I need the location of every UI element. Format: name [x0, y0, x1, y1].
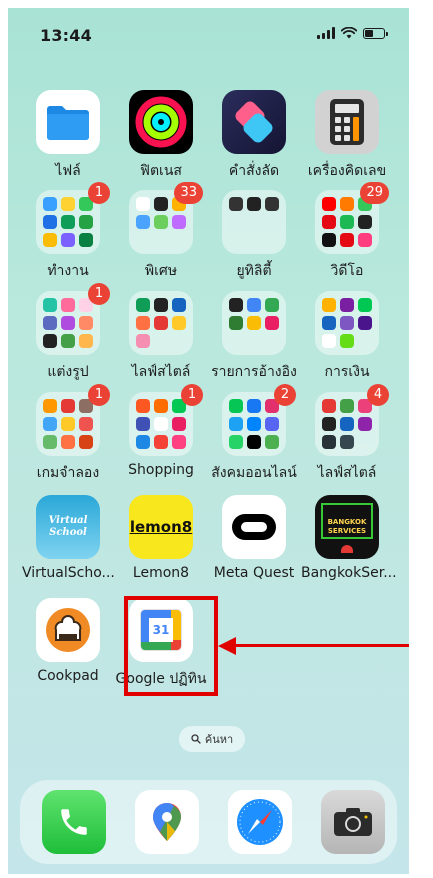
folder-lifestyle-2[interactable]: 4 ไลฟ์สไตล์: [301, 384, 393, 484]
maps-pin-icon: [153, 803, 181, 841]
app-label: พิเศษ: [144, 263, 178, 279]
arrow-line: [234, 644, 409, 647]
folder-icon: [129, 291, 193, 355]
app-label: ไฟล์: [55, 163, 81, 179]
folder-icon: 2: [222, 384, 296, 456]
dock-camera[interactable]: [321, 790, 385, 854]
app-label: BangkokSer...: [301, 565, 397, 581]
folder-icon: [222, 190, 286, 254]
notification-badge: 33: [174, 182, 203, 204]
phone-icon: [61, 809, 87, 835]
icon-text: lemon8: [129, 518, 193, 536]
fitness-icon: [129, 90, 193, 154]
folder-icon: [315, 291, 379, 355]
folder-work[interactable]: 1 ทำงาน: [22, 182, 114, 282]
folder-icon: 29: [315, 182, 389, 254]
app-label: วิดีโอ: [330, 263, 364, 279]
app-label: ฟิตเนส: [140, 163, 182, 179]
app-label: คำสั่งลัด: [228, 163, 280, 179]
app-virtual-school[interactable]: Virtual School VirtualScho...: [22, 495, 115, 581]
app-calculator[interactable]: เครื่องคิดเลข: [301, 90, 393, 182]
app-label: Cookpad: [37, 668, 99, 684]
notification-badge: 4: [367, 384, 389, 406]
app-label: เครื่องคิดเลข: [307, 163, 387, 179]
lemon8-icon: lemon8: [129, 495, 193, 559]
app-label: เกมจำลอง: [36, 465, 100, 481]
folder-utilities[interactable]: ยูทิลิตี้: [208, 190, 300, 282]
folder-icon: 1: [36, 283, 110, 355]
wifi-icon: [341, 27, 357, 39]
folder-shopping[interactable]: 1 Shopping: [115, 384, 207, 478]
app-label: VirtualScho...: [22, 565, 115, 581]
search-icon: [191, 734, 201, 744]
app-label: รายการอ้างอิง: [211, 364, 297, 380]
status-icons: [317, 27, 388, 39]
cellular-signal-icon: [317, 27, 335, 39]
virtual-school-icon: Virtual School: [36, 495, 100, 559]
cookpad-icon: [36, 598, 100, 662]
app-label: Lemon8: [132, 565, 190, 581]
dock: [20, 780, 397, 864]
dock-google-maps[interactable]: [135, 790, 199, 854]
app-label: Shopping: [128, 462, 194, 478]
camera-icon: [334, 808, 372, 836]
app-meta-quest[interactable]: Meta Quest: [208, 495, 300, 581]
app-lemon8[interactable]: lemon8 Lemon8: [115, 495, 207, 581]
meta-quest-icon: [222, 495, 286, 559]
notification-badge: 1: [88, 384, 110, 406]
app-label: สังคมออนไลน์: [211, 465, 297, 481]
app-files[interactable]: ไฟล์: [22, 90, 114, 182]
bangkok-services-icon: BANGKOK SERVICES: [315, 495, 379, 559]
highlight-box: [124, 596, 218, 696]
folder-icon: 4: [315, 384, 389, 456]
folder-simulation-games[interactable]: 1 เกมจำลอง: [22, 384, 114, 484]
folder-social[interactable]: 2 สังคมออนไลน์: [208, 384, 300, 484]
app-fitness[interactable]: ฟิตเนส: [115, 90, 207, 182]
shortcuts-icon: [222, 90, 286, 154]
app-label: Meta Quest: [213, 565, 295, 581]
files-icon: [36, 90, 100, 154]
folder-photo-editing[interactable]: 1 แต่งรูป: [22, 283, 114, 383]
dock-safari[interactable]: [228, 790, 292, 854]
notification-badge: 1: [88, 182, 110, 204]
app-bangkok-services[interactable]: BANGKOK SERVICES BangkokSer...: [301, 495, 397, 581]
folder-icon: 1: [36, 182, 110, 254]
app-label: แต่งรูป: [47, 364, 89, 380]
folder-icon: 1: [36, 384, 110, 456]
status-time: 13:44: [40, 26, 92, 45]
notification-badge: 29: [360, 182, 389, 204]
home-screen: 13:44 ไฟล์ ฟิตเนส คำสั่งลัด เครื่องคิดเล…: [8, 8, 409, 874]
app-label: ไลฟ์สไตล์: [317, 465, 377, 481]
folder-icon: 1: [129, 384, 203, 456]
notification-badge: 1: [181, 384, 203, 406]
folder-icon: 33: [129, 182, 203, 254]
folder-reference[interactable]: รายการอ้างอิง: [208, 291, 300, 383]
search-label: ค้นหา: [204, 733, 234, 746]
calculator-icon: [315, 90, 379, 154]
app-label: ยูทิลิตี้: [236, 263, 272, 279]
compass-icon: [237, 799, 283, 845]
notification-badge: 2: [274, 384, 296, 406]
app-label: ไลฟ์สไตล์: [131, 364, 191, 380]
icon-text: Virtual School: [48, 515, 88, 538]
app-label: การเงิน: [324, 364, 370, 380]
dock-phone[interactable]: [42, 790, 106, 854]
battery-icon: [363, 27, 388, 39]
app-cookpad[interactable]: Cookpad: [22, 598, 114, 684]
icon-text: BANGKOK SERVICES: [327, 518, 367, 535]
search-button[interactable]: ค้นหา: [179, 726, 245, 752]
folder-finance[interactable]: การเงิน: [301, 291, 393, 383]
notification-badge: 1: [88, 283, 110, 305]
app-shortcuts[interactable]: คำสั่งลัด: [208, 90, 300, 182]
app-label: ทำงาน: [47, 263, 89, 279]
folder-video[interactable]: 29 วิดีโอ: [301, 182, 393, 282]
folder-special[interactable]: 33 พิเศษ: [115, 182, 207, 282]
folder-lifestyle[interactable]: ไลฟ์สไตล์: [115, 291, 207, 383]
folder-icon: [222, 291, 286, 355]
